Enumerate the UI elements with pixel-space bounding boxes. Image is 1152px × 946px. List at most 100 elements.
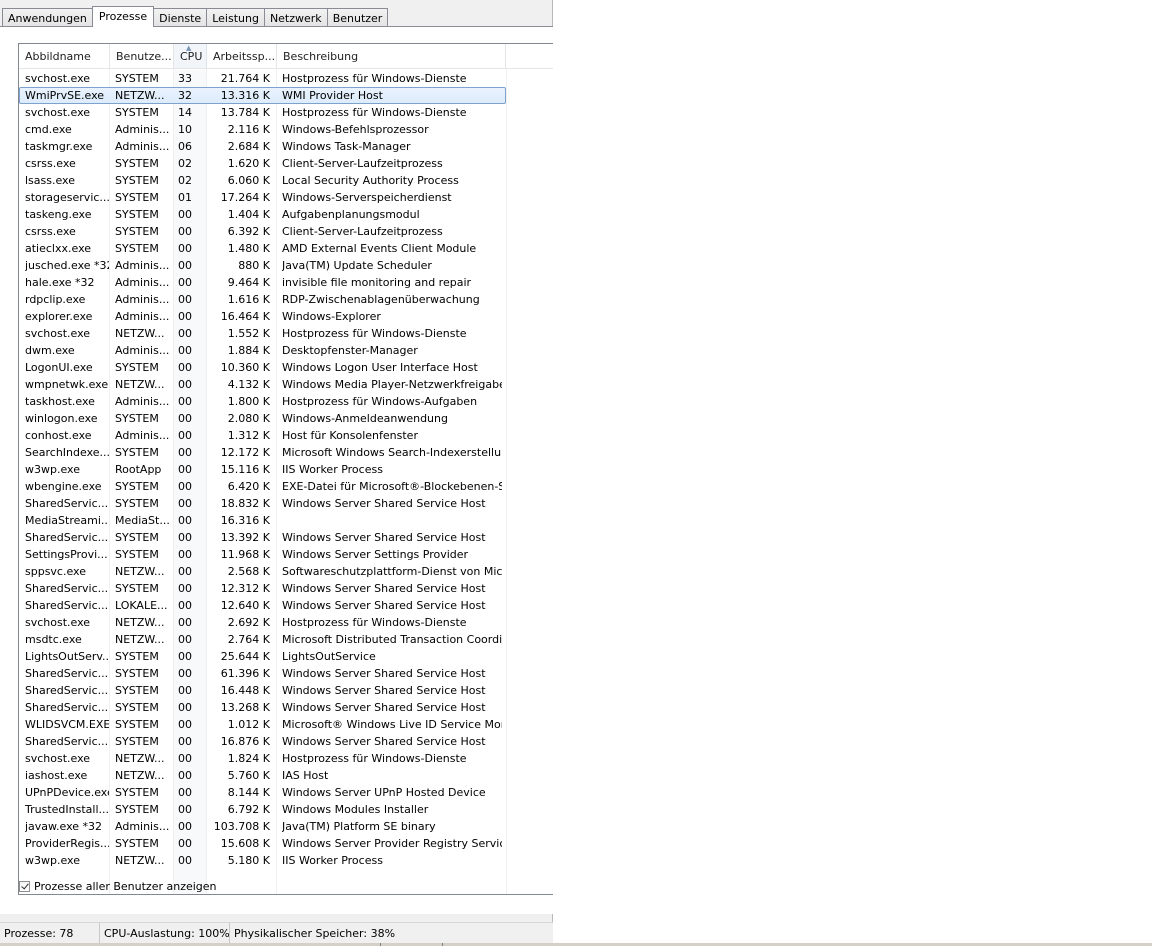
table-row[interactable]: w3wp.exe RootApp 00 15.116 K IIS Worker Proc… [19,461,506,478]
table-row[interactable]: LightsOutServ... SYSTEM 00 25.644 K LightsOu… [19,648,506,665]
table-row[interactable]: WLIDSVCM.EXE SYSTEM 00 1.012 K Microsoft® Wi… [19,716,506,733]
process-name-cell: UPnPDevice.exe [25,786,109,799]
table-row[interactable]: taskhost.exe Adminis... 00 1.800 K Hostproze… [19,393,506,410]
table-row[interactable]: SharedServic... SYSTEM 00 18.832 K Windows S… [19,495,506,512]
table-row[interactable]: SharedServic... SYSTEM 00 13.268 K Windows S… [19,699,506,716]
process-description-cell: IIS Worker Process [282,463,383,476]
process-cpu-cell: 33 [178,72,192,85]
table-row[interactable]: SharedServic... SYSTEM 00 16.448 K Windows S… [19,682,506,699]
table-row[interactable]: SharedServic... SYSTEM 00 16.876 K Windows S… [19,733,506,750]
table-row[interactable]: iashost.exe NETZW... 00 5.760 K IAS Host [19,767,506,784]
process-user-cell: Adminis... [115,310,170,323]
process-memory-cell: 880 K [238,259,270,272]
tab-dienste[interactable]: Dienste [153,8,208,27]
header-abbildname[interactable]: Abbildname [19,44,110,68]
process-cpu-cell: 00 [178,293,192,306]
table-row[interactable]: SharedServic... LOKALE... 00 12.640 K Window… [19,597,506,614]
process-user-cell: NETZW... [115,378,165,391]
table-row[interactable]: atieclxx.exe SYSTEM 00 1.480 K AMD External … [19,240,506,257]
table-row[interactable]: explorer.exe Adminis... 00 16.464 K Windows-… [19,308,506,325]
process-user-cell: SYSTEM [115,582,159,595]
process-description-cell: Windows Server Shared Service Host [282,531,486,544]
table-row[interactable]: jusched.exe *32 Adminis... 00 880 K Java(TM)… [19,257,506,274]
process-cpu-cell: 00 [178,752,192,765]
process-memory-cell: 5.760 K [227,769,270,782]
process-cpu-cell: 00 [178,565,192,578]
table-row[interactable]: hale.exe *32 Adminis... 00 9.464 K invisible… [19,274,506,291]
table-row[interactable]: javaw.exe *32 Adminis... 00 103.708 K Java(T… [19,818,506,835]
process-cpu-cell: 00 [178,667,192,680]
show-all-users-option[interactable]: Prozesse aller Benutzer anzeigen [19,878,217,894]
process-description-cell: RDP-Zwischenablagenüberwachung [282,293,480,306]
table-row[interactable]: conhost.exe Adminis... 00 1.312 K Host für K… [19,427,506,444]
table-row[interactable]: lsass.exe SYSTEM 02 6.060 K Local Security A… [19,172,506,189]
process-memory-cell: 18.832 K [220,497,270,510]
table-row[interactable]: wbengine.exe SYSTEM 00 6.420 K EXE-Datei für… [19,478,506,495]
show-all-users-checkbox[interactable] [19,880,30,892]
table-row[interactable]: taskeng.exe SYSTEM 00 1.404 K Aufgabenplanun… [19,206,506,223]
table-row[interactable]: MediaStreami... MediaSt... 00 16.316 K [19,512,506,529]
process-memory-cell: 13.316 K [220,89,270,102]
process-description-cell: Hostprozess für Windows-Dienste [282,616,467,629]
table-row[interactable]: taskmgr.exe Adminis... 06 2.684 K Windows Ta… [19,138,506,155]
process-name-cell: iashost.exe [25,769,88,782]
process-description-cell: Microsoft Windows Search-Indexerstellung [282,446,502,459]
process-memory-cell: 10.360 K [220,361,270,374]
process-memory-cell: 11.968 K [220,548,270,561]
table-row[interactable]: SettingsProvi... SYSTEM 00 11.968 K Windows … [19,546,506,563]
table-row[interactable]: storageservic... SYSTEM 01 17.264 K Windows-… [19,189,506,206]
process-memory-cell: 13.784 K [220,106,270,119]
header-beschreibung[interactable]: Beschreibung [277,44,506,68]
table-row[interactable]: csrss.exe SYSTEM 00 6.392 K Client-Server-La… [19,223,506,240]
table-row[interactable]: cmd.exe Adminis... 10 2.116 K Windows-Befehl… [19,121,506,138]
process-cpu-cell: 14 [178,106,192,119]
process-cpu-cell: 00 [178,718,192,731]
table-row[interactable]: sppsvc.exe NETZW... 00 2.568 K Softwareschut… [19,563,506,580]
tab-benutzer[interactable]: Benutzer [326,8,389,27]
header-arbeitsspeicher[interactable]: Arbeitssp... [207,44,277,68]
table-row[interactable]: SharedServic... SYSTEM 00 13.392 K Windows S… [19,529,506,546]
process-name-cell: SharedServic... [25,531,109,544]
tab-prozesse[interactable]: Prozesse [91,6,155,27]
process-cpu-cell: 00 [178,259,192,272]
process-cpu-cell: 00 [178,786,192,799]
table-row[interactable]: winlogon.exe SYSTEM 00 2.080 K Windows-Anmel… [19,410,506,427]
table-row[interactable]: WmiPrvSE.exe NETZW... 32 13.316 K WMI Provid… [19,87,506,104]
process-memory-cell: 1.480 K [227,242,270,255]
table-row[interactable]: TrustedInstall... SYSTEM 00 6.792 K Windows … [19,801,506,818]
table-row[interactable]: msdtc.exe NETZW... 00 2.764 K Microsoft Dist… [19,631,506,648]
table-row[interactable]: ProviderRegis... SYSTEM 00 15.608 K Windows … [19,835,506,852]
table-row[interactable]: UPnPDevice.exe SYSTEM 00 8.144 K Windows Ser… [19,784,506,801]
table-row[interactable]: svchost.exe NETZW... 00 2.692 K Hostprozess … [19,614,506,631]
process-name-cell: javaw.exe *32 [25,820,103,833]
tab-leistung[interactable]: Leistung [206,8,265,27]
table-row[interactable]: svchost.exe SYSTEM 33 21.764 K Hostprozess f… [19,70,506,87]
table-row[interactable]: LogonUI.exe SYSTEM 00 10.360 K Windows Logon… [19,359,506,376]
table-row[interactable]: dwm.exe Adminis... 00 1.884 K Desktopfenster… [19,342,506,359]
process-user-cell: SYSTEM [115,480,159,493]
process-name-cell: w3wp.exe [25,854,80,867]
process-user-cell: Adminis... [115,123,170,136]
process-user-cell: SYSTEM [115,718,159,731]
table-row[interactable]: svchost.exe NETZW... 00 1.824 K Hostprozess … [19,750,506,767]
process-cpu-cell: 00 [178,446,192,459]
table-row[interactable]: rdpclip.exe Adminis... 00 1.616 K RDP-Zwisch… [19,291,506,308]
table-row[interactable]: SharedServic... SYSTEM 00 12.312 K Windows S… [19,580,506,597]
tab-anwendungen[interactable]: Anwendungen [2,8,93,27]
table-row[interactable]: wmpnetwk.exe NETZW... 00 4.132 K Windows Med… [19,376,506,393]
process-cpu-cell: 00 [178,276,192,289]
table-row[interactable]: svchost.exe SYSTEM 14 13.784 K Hostprozess f… [19,104,506,121]
table-row[interactable]: SearchIndexe... SYSTEM 00 12.172 K Microsoft… [19,444,506,461]
process-description-cell: Windows Server Shared Service Host [282,735,486,748]
table-row[interactable]: w3wp.exe NETZW... 00 5.180 K IIS Worker Proc… [19,852,506,869]
process-description-cell: Windows Modules Installer [282,803,429,816]
header-benutzer[interactable]: Benutze... [110,44,174,68]
table-row[interactable]: svchost.exe NETZW... 00 1.552 K Hostprozess … [19,325,506,342]
process-list[interactable]: Abbildname Benutze... CPU ▲ Arbeitssp...… [18,43,553,895]
process-cpu-cell: 01 [178,191,192,204]
table-row[interactable]: csrss.exe SYSTEM 02 1.620 K Client-Server-La… [19,155,506,172]
process-cpu-cell: 00 [178,208,192,221]
process-description-cell: Windows-Anmeldeanwendung [282,412,448,425]
tab-netzwerk[interactable]: Netzwerk [263,8,328,27]
table-row[interactable]: SharedServic... SYSTEM 00 61.396 K Windows S… [19,665,506,682]
